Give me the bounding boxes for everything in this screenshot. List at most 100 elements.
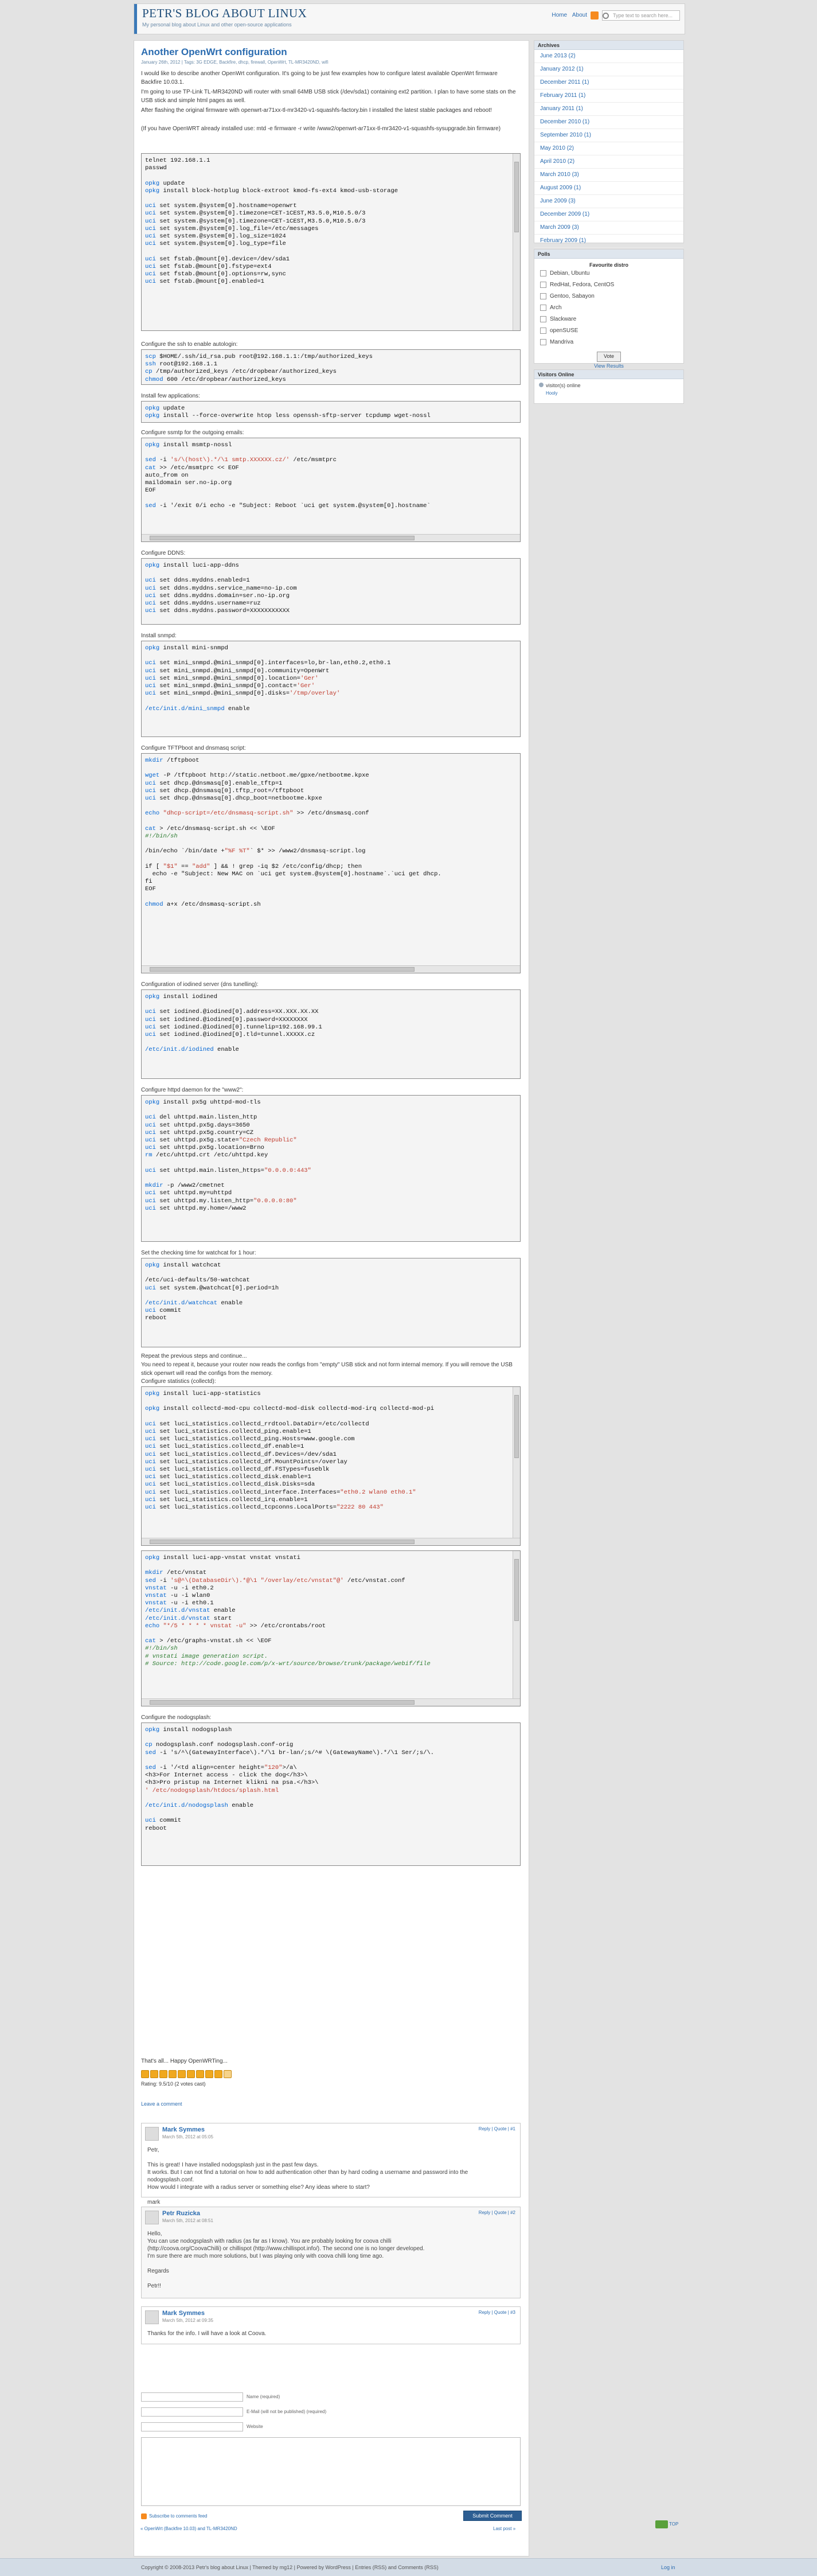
checkbox-icon[interactable]: [540, 315, 546, 322]
horizontal-scrollbar[interactable]: [142, 534, 520, 541]
post-title[interactable]: Another OpenWrt configuration: [141, 46, 287, 58]
view-results-link[interactable]: View Results: [534, 363, 683, 369]
horizontal-scrollbar[interactable]: [142, 965, 520, 973]
code-line: wget -P /tftpboot http://static.netboot.…: [145, 772, 369, 780]
archive-link[interactable]: February 2011 (1): [534, 89, 683, 103]
scrollbar-thumb[interactable]: [150, 1540, 415, 1544]
horizontal-scrollbar[interactable]: [142, 1698, 520, 1706]
top-arrow-icon[interactable]: [655, 2520, 668, 2528]
code-block[interactable]: opkg install luci-app-ddns uci set ddns.…: [141, 558, 521, 625]
submit-comment-button[interactable]: Submit Comment: [463, 2511, 522, 2521]
archive-link[interactable]: December 2010 (1): [534, 116, 683, 129]
code-block[interactable]: opkg install px5g uhttpd-mod-tls uci del…: [141, 1095, 521, 1242]
star-icon[interactable]: [159, 2070, 167, 2078]
archive-link[interactable]: August 2009 (1): [534, 182, 683, 195]
name-field[interactable]: [141, 2392, 243, 2402]
code-block[interactable]: opkg install nodogsplash cp nodogsplash.…: [141, 1722, 521, 1866]
archive-link[interactable]: May 2010 (2): [534, 142, 683, 155]
horizontal-scrollbar[interactable]: [142, 1538, 520, 1545]
login-link[interactable]: Log in: [661, 2565, 675, 2570]
checkbox-icon[interactable]: [540, 270, 546, 276]
archive-link[interactable]: January 2012 (1): [534, 63, 683, 76]
rss-icon[interactable]: [591, 11, 599, 20]
checkbox-icon[interactable]: [540, 304, 546, 311]
poll-option[interactable]: Gentoo, Sabayon: [534, 291, 683, 302]
star-icon[interactable]: [178, 2070, 186, 2078]
scrollbar-thumb[interactable]: [150, 967, 415, 972]
code-block[interactable]: opkg install luci-app-vnstat vnstat vnst…: [141, 1550, 521, 1706]
archive-link[interactable]: December 2009 (1): [534, 208, 683, 221]
checkbox-icon[interactable]: [540, 338, 546, 345]
code-block[interactable]: telnet 192.168.1.1 passwd opkg update opkg…: [141, 153, 521, 331]
poll-option[interactable]: Arch: [534, 302, 683, 314]
prev-post-link[interactable]: « OpenWrt (Backfire 10.03) and TL-MR3420…: [140, 2526, 237, 2531]
comment-author[interactable]: Petr Ruzicka: [162, 2210, 200, 2217]
scrollbar-thumb[interactable]: [514, 1395, 519, 1459]
star-icon[interactable]: [187, 2070, 195, 2078]
code-block[interactable]: opkg install iodined uci set iodined.@io…: [141, 989, 521, 1079]
vote-button[interactable]: Vote: [597, 352, 621, 362]
next-post-link[interactable]: Last post »: [493, 2526, 515, 2531]
code-line: uci set uhttpd.main.listen_https="0.0.0.…: [145, 1167, 311, 1174]
nav-about[interactable]: About: [572, 12, 587, 18]
star-icon[interactable]: [150, 2070, 158, 2078]
search-input[interactable]: Type text to search here...: [602, 10, 680, 21]
code-block[interactable]: mkdir /tftpboot wget -P /tftpboot http:/…: [141, 753, 521, 973]
vertical-scrollbar[interactable]: [513, 1551, 520, 1706]
poll-option[interactable]: openSUSE: [534, 325, 683, 337]
scrollbar-thumb[interactable]: [514, 162, 519, 233]
leave-comment-link[interactable]: Leave a comment: [141, 2100, 517, 2109]
archive-link[interactable]: March 2009 (3): [534, 221, 683, 235]
rss-icon[interactable]: [141, 2513, 147, 2519]
star-icon[interactable]: [224, 2070, 232, 2078]
code-block[interactable]: scp $HOME/.ssh/id_rsa.pub root@192.168.1…: [141, 349, 521, 385]
archive-link[interactable]: September 2010 (1): [534, 129, 683, 142]
email-field[interactable]: [141, 2407, 243, 2417]
poll-option[interactable]: Debian, Ubuntu: [534, 268, 683, 279]
online-link[interactable]: Hooly: [534, 388, 683, 396]
vertical-scrollbar[interactable]: [513, 1387, 520, 1545]
star-icon[interactable]: [169, 2070, 177, 2078]
archive-link[interactable]: January 2011 (1): [534, 103, 683, 116]
archive-link[interactable]: March 2010 (3): [534, 169, 683, 182]
code-block[interactable]: opkg install luci-app-statistics opkg in…: [141, 1386, 521, 1546]
archive-link[interactable]: February 2009 (1): [534, 235, 683, 248]
code-block[interactable]: opkg install msmtp-nossl sed -i 's/\(hos…: [141, 438, 521, 542]
archive-link[interactable]: June 2013 (2): [534, 50, 683, 63]
archive-link[interactable]: December 2011 (1): [534, 76, 683, 89]
poll-option[interactable]: Slackware: [534, 314, 683, 325]
archive-link[interactable]: April 2010 (2): [534, 155, 683, 169]
nav-home[interactable]: Home: [552, 12, 567, 18]
code-line: <h3>For Internet access - click the dog<…: [145, 1772, 308, 1779]
star-icon[interactable]: [141, 2070, 149, 2078]
code-block[interactable]: opkg install watchcat /etc/uci-defaults/…: [141, 1258, 521, 1347]
comment-actions[interactable]: Reply | Quote | #3: [479, 2310, 515, 2315]
scrollbar-thumb[interactable]: [514, 1559, 519, 1621]
checkbox-icon[interactable]: [540, 327, 546, 334]
poll-option[interactable]: RedHat, Fedora, CentOS: [534, 279, 683, 291]
comment-actions[interactable]: Reply | Quote | #2: [479, 2210, 515, 2215]
blog-title[interactable]: PETR'S BLOG ABOUT LINUX: [142, 6, 307, 21]
star-icon[interactable]: [205, 2070, 213, 2078]
scrollbar-thumb[interactable]: [150, 1700, 415, 1705]
poll-option[interactable]: Mandriva: [534, 337, 683, 348]
code-line: reboot: [145, 1315, 167, 1322]
rating-stars[interactable]: [141, 2070, 233, 2080]
comment-author[interactable]: Mark Symmes: [162, 2126, 205, 2133]
star-icon[interactable]: [214, 2070, 222, 2078]
code-block[interactable]: opkg update opkg install --force-overwrit…: [141, 401, 521, 423]
comment-textarea[interactable]: [141, 2437, 521, 2506]
comment-author[interactable]: Mark Symmes: [162, 2310, 205, 2317]
archive-link[interactable]: June 2009 (3): [534, 195, 683, 208]
checkbox-icon[interactable]: [540, 281, 546, 288]
star-icon[interactable]: [196, 2070, 204, 2078]
checkbox-icon[interactable]: [540, 293, 546, 299]
code-line: uci set fstab.@mount[0].fstype=ext4: [145, 263, 272, 270]
code-block[interactable]: opkg install mini-snmpd uci set mini_snm…: [141, 641, 521, 737]
comment-actions[interactable]: Reply | Quote | #1: [479, 2126, 515, 2131]
scrollbar-thumb[interactable]: [150, 536, 415, 540]
top-link[interactable]: TOP: [669, 2522, 678, 2527]
vertical-scrollbar[interactable]: [513, 154, 520, 330]
website-field[interactable]: [141, 2422, 243, 2431]
